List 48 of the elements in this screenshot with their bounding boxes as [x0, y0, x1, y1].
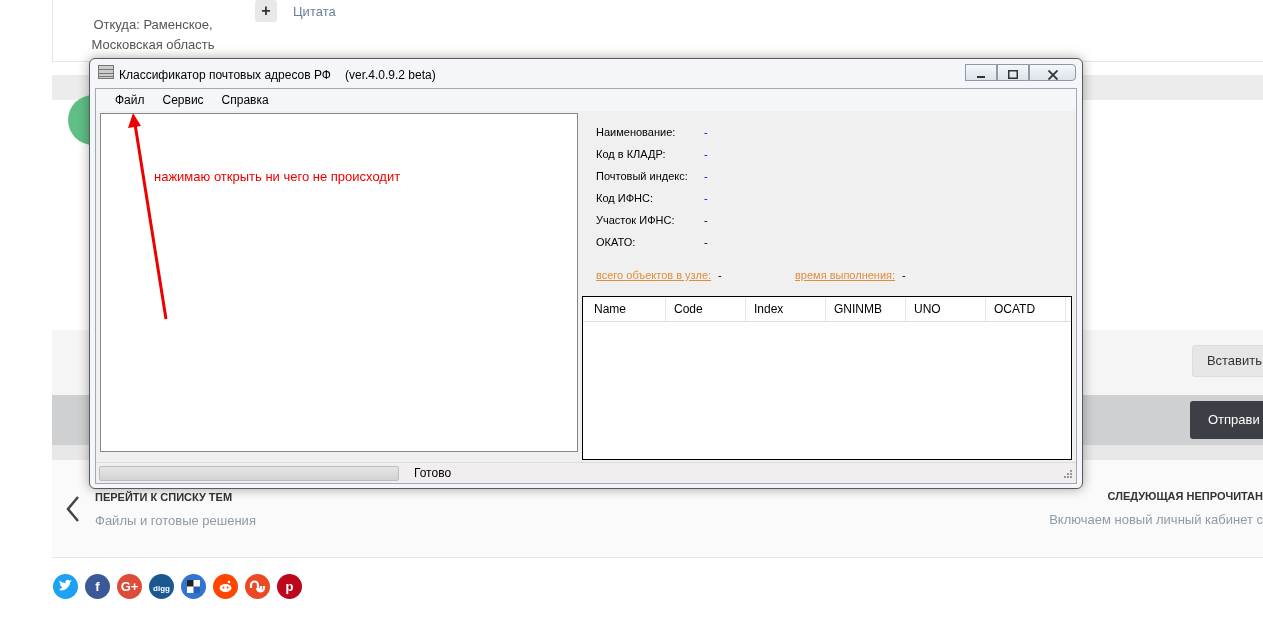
share-icon[interactable]	[181, 574, 206, 599]
chevron-left-icon[interactable]	[66, 495, 80, 522]
resize-grip-icon[interactable]	[1061, 467, 1073, 479]
version-label: (ver.4.0.9.2 beta)	[345, 67, 436, 84]
column-header[interactable]: Index	[746, 297, 826, 321]
insert-button[interactable]: Вставить	[1191, 345, 1263, 377]
column-header[interactable]: UNO	[906, 297, 986, 321]
share-icon[interactable]: digg	[149, 574, 174, 599]
stat-value: -	[902, 268, 906, 283]
status-text: Готово	[414, 465, 452, 482]
share-icon[interactable]: G+	[117, 574, 142, 599]
author-location: Откуда: Раменское, Московская область	[90, 16, 216, 54]
send-button[interactable]: Отправи	[1190, 401, 1263, 439]
menu-item[interactable]: Файл	[106, 88, 154, 112]
column-header[interactable]: OCATD	[986, 297, 1066, 321]
column-header[interactable]: Code	[666, 297, 746, 321]
field-value: -	[704, 125, 708, 139]
field-label: Код в КЛАДР:	[596, 147, 667, 161]
close-icon	[1047, 69, 1058, 80]
minimize-button[interactable]	[965, 64, 997, 81]
field-label: Участок ИФНС:	[596, 213, 676, 227]
share-icon[interactable]: p	[277, 574, 302, 599]
menu-item[interactable]: Справка	[212, 88, 278, 112]
quote-link[interactable]: Цитата	[293, 2, 336, 22]
field-label: Код ИФНС:	[596, 191, 654, 205]
field-value: -	[704, 213, 708, 227]
share-icon[interactable]: f	[85, 574, 110, 599]
stat-value: -	[718, 268, 722, 283]
minimize-icon	[977, 76, 985, 79]
maximize-button[interactable]	[997, 64, 1029, 81]
field-label: ОКАТО:	[596, 235, 637, 249]
next-title[interactable]: СЛЕДУЮЩАЯ НЕПРОЧИТАН	[1107, 487, 1263, 504]
field-value: -	[704, 191, 708, 205]
column-header[interactable]: GNINMB	[826, 297, 906, 321]
field-value: -	[704, 235, 708, 249]
annotation-text: нажимаю открыть ни чего не происходит	[154, 168, 401, 186]
column-header[interactable]: Name	[586, 297, 666, 321]
maximize-icon	[1008, 70, 1018, 80]
menu-item[interactable]: Сервис	[153, 88, 213, 112]
field-label: Почтовый индекс:	[596, 169, 689, 183]
field-value: -	[704, 169, 708, 183]
back-title[interactable]: ПЕРЕЙТИ К СПИСКУ ТЕМ	[95, 488, 256, 505]
table-icon	[98, 64, 114, 80]
window-title: Классификатор почтовых адресов РФ	[119, 67, 331, 84]
field-value: -	[704, 147, 708, 161]
field-label: Наименование:	[596, 125, 677, 139]
close-button[interactable]	[1029, 64, 1076, 81]
plus-button[interactable]: +	[255, 0, 277, 22]
